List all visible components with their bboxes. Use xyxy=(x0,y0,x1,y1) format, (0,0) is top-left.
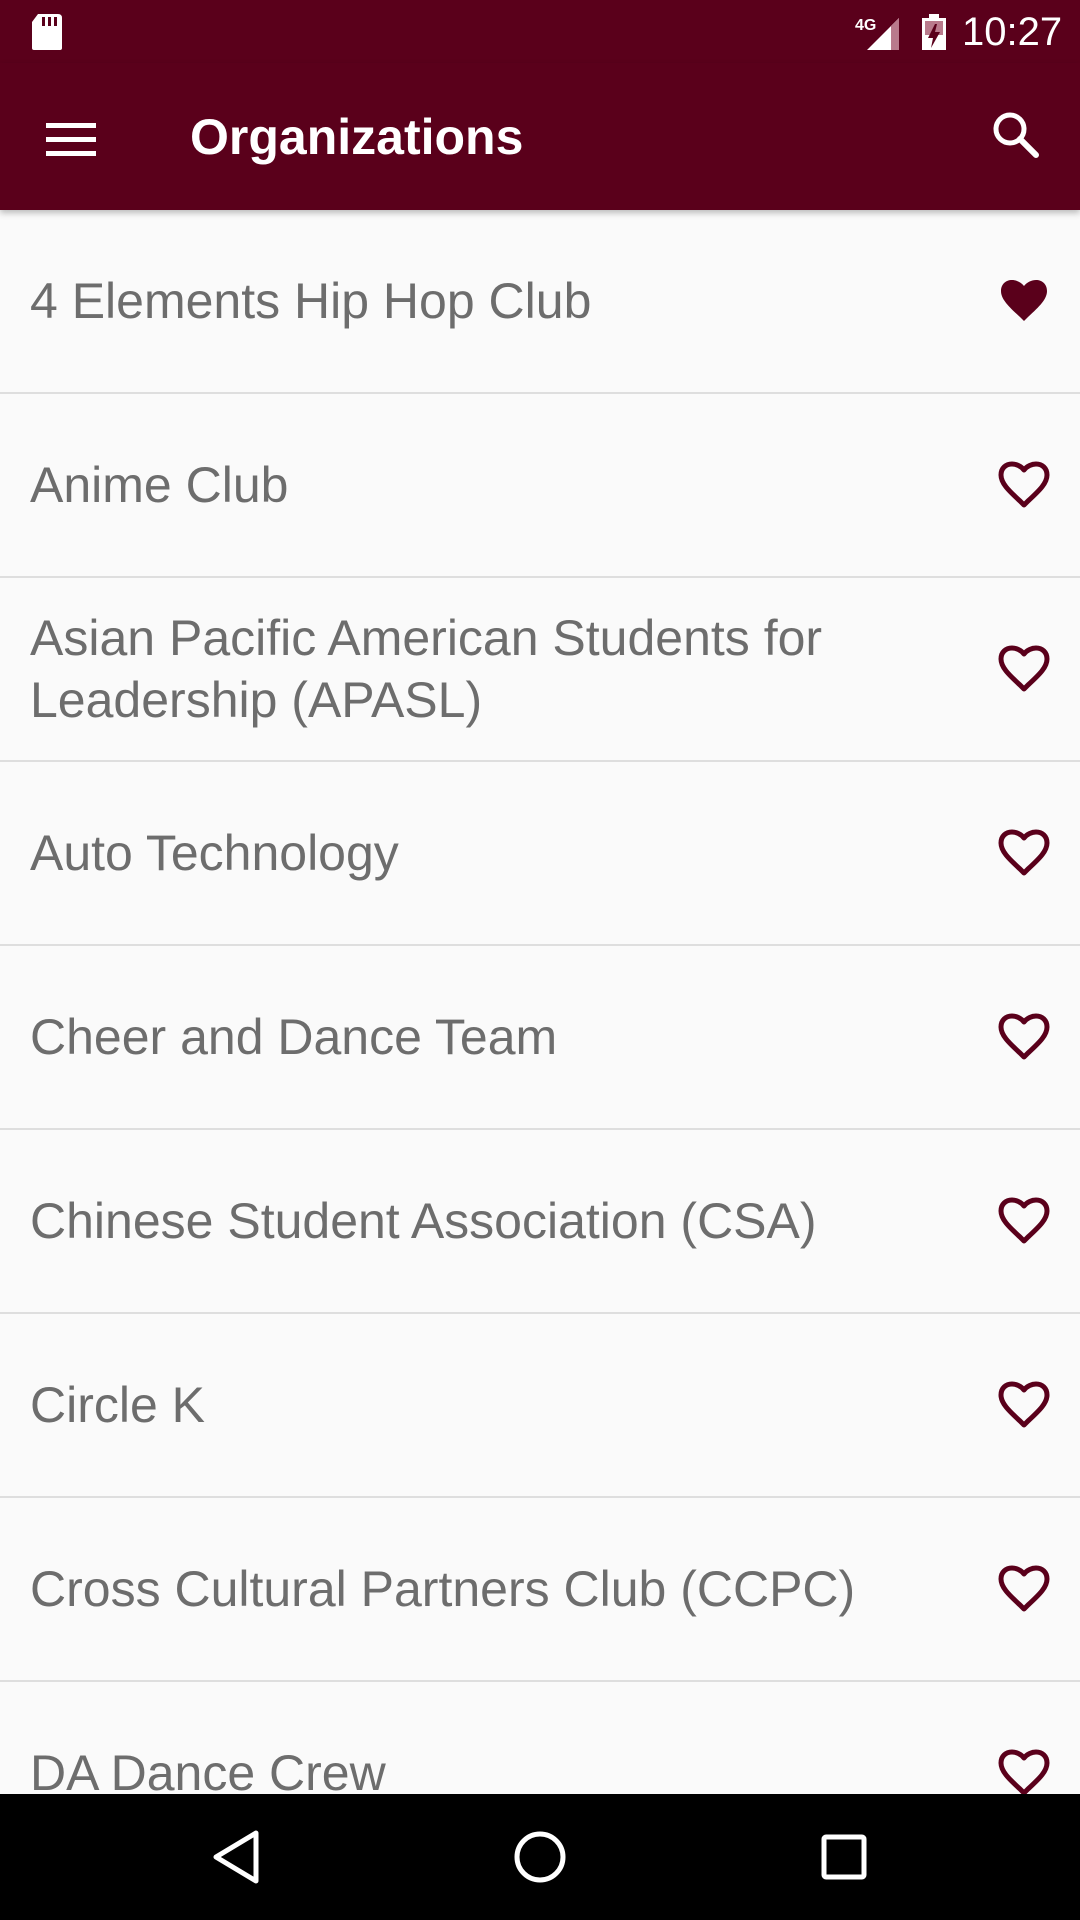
network-type: 4G xyxy=(855,17,876,34)
organization-name: Cross Cultural Partners Club (CCPC) xyxy=(30,1561,856,1617)
organization-list-item[interactable]: Cross Cultural Partners Club (CCPC) xyxy=(0,1498,1080,1682)
favorite-button[interactable] xyxy=(992,1373,1056,1437)
heart-outline-icon xyxy=(998,829,1050,876)
heart-outline-icon xyxy=(998,461,1050,508)
system-nav-bar xyxy=(0,1794,1080,1920)
organization-list-item[interactable]: Asian Pacific American Students for Lead… xyxy=(0,578,1080,762)
heart-outline-icon xyxy=(998,1197,1050,1244)
organization-name: Asian Pacific American Students for Lead… xyxy=(30,610,823,728)
organization-name: Cheer and Dance Team xyxy=(30,1009,558,1065)
organization-name: 4 Elements Hip Hop Club xyxy=(30,273,592,329)
organization-list-item[interactable]: 4 Elements Hip Hop Club xyxy=(0,210,1080,394)
organization-name: DA Dance Crew xyxy=(30,1745,386,1794)
favorite-button[interactable] xyxy=(992,453,1056,517)
heart-outline-icon xyxy=(998,1381,1050,1428)
organization-list-item[interactable]: DA Dance Crew xyxy=(0,1682,1080,1794)
menu-button[interactable] xyxy=(36,103,108,175)
back-icon xyxy=(213,1830,259,1884)
page-title: Organizations xyxy=(190,109,524,165)
heart-outline-icon xyxy=(998,1013,1050,1060)
menu-icon xyxy=(46,123,96,156)
favorite-button[interactable] xyxy=(992,1189,1056,1253)
organization-name: Circle K xyxy=(30,1377,206,1433)
organization-name: Auto Technology xyxy=(30,825,399,881)
heart-filled-icon xyxy=(1001,280,1047,321)
app-toolbar: Organizations xyxy=(0,63,1080,210)
home-button[interactable] xyxy=(500,1817,580,1897)
favorite-button[interactable] xyxy=(992,637,1056,701)
organization-list-item[interactable]: Chinese Student Association (CSA) xyxy=(0,1130,1080,1314)
organization-name: Chinese Student Association (CSA) xyxy=(30,1193,817,1249)
heart-outline-icon xyxy=(998,1565,1050,1612)
search-icon xyxy=(993,112,1039,158)
sd-card-icon xyxy=(32,14,62,50)
favorite-button[interactable] xyxy=(992,1741,1056,1794)
heart-outline-icon xyxy=(998,1749,1050,1794)
screen: 4G 10:27 Organizations 4 Elements Hip Ho… xyxy=(0,0,1080,1920)
favorite-button[interactable] xyxy=(992,1005,1056,1069)
organization-list-item[interactable]: Anime Club xyxy=(0,394,1080,578)
recents-icon xyxy=(821,1834,867,1880)
back-button[interactable] xyxy=(196,1817,276,1897)
home-icon xyxy=(514,1831,566,1883)
battery-icon xyxy=(922,14,946,50)
search-button[interactable] xyxy=(980,99,1052,171)
organization-list-item[interactable]: Cheer and Dance Team xyxy=(0,946,1080,1130)
organization-list: 4 Elements Hip Hop Club Anime Club Asian P… xyxy=(0,210,1080,1794)
organization-name: Anime Club xyxy=(30,457,289,513)
organization-list-item[interactable]: Circle K xyxy=(0,1314,1080,1498)
status-time: 10:27 xyxy=(962,10,1063,54)
organization-list-item[interactable]: Auto Technology xyxy=(0,762,1080,946)
status-bar: 4G 10:27 xyxy=(0,0,1080,63)
favorite-button[interactable] xyxy=(992,269,1056,333)
favorite-button[interactable] xyxy=(992,821,1056,885)
recents-button[interactable] xyxy=(804,1817,884,1897)
favorite-button[interactable] xyxy=(992,1557,1056,1621)
signal-icon: 4G xyxy=(855,17,899,50)
heart-outline-icon xyxy=(998,645,1050,692)
